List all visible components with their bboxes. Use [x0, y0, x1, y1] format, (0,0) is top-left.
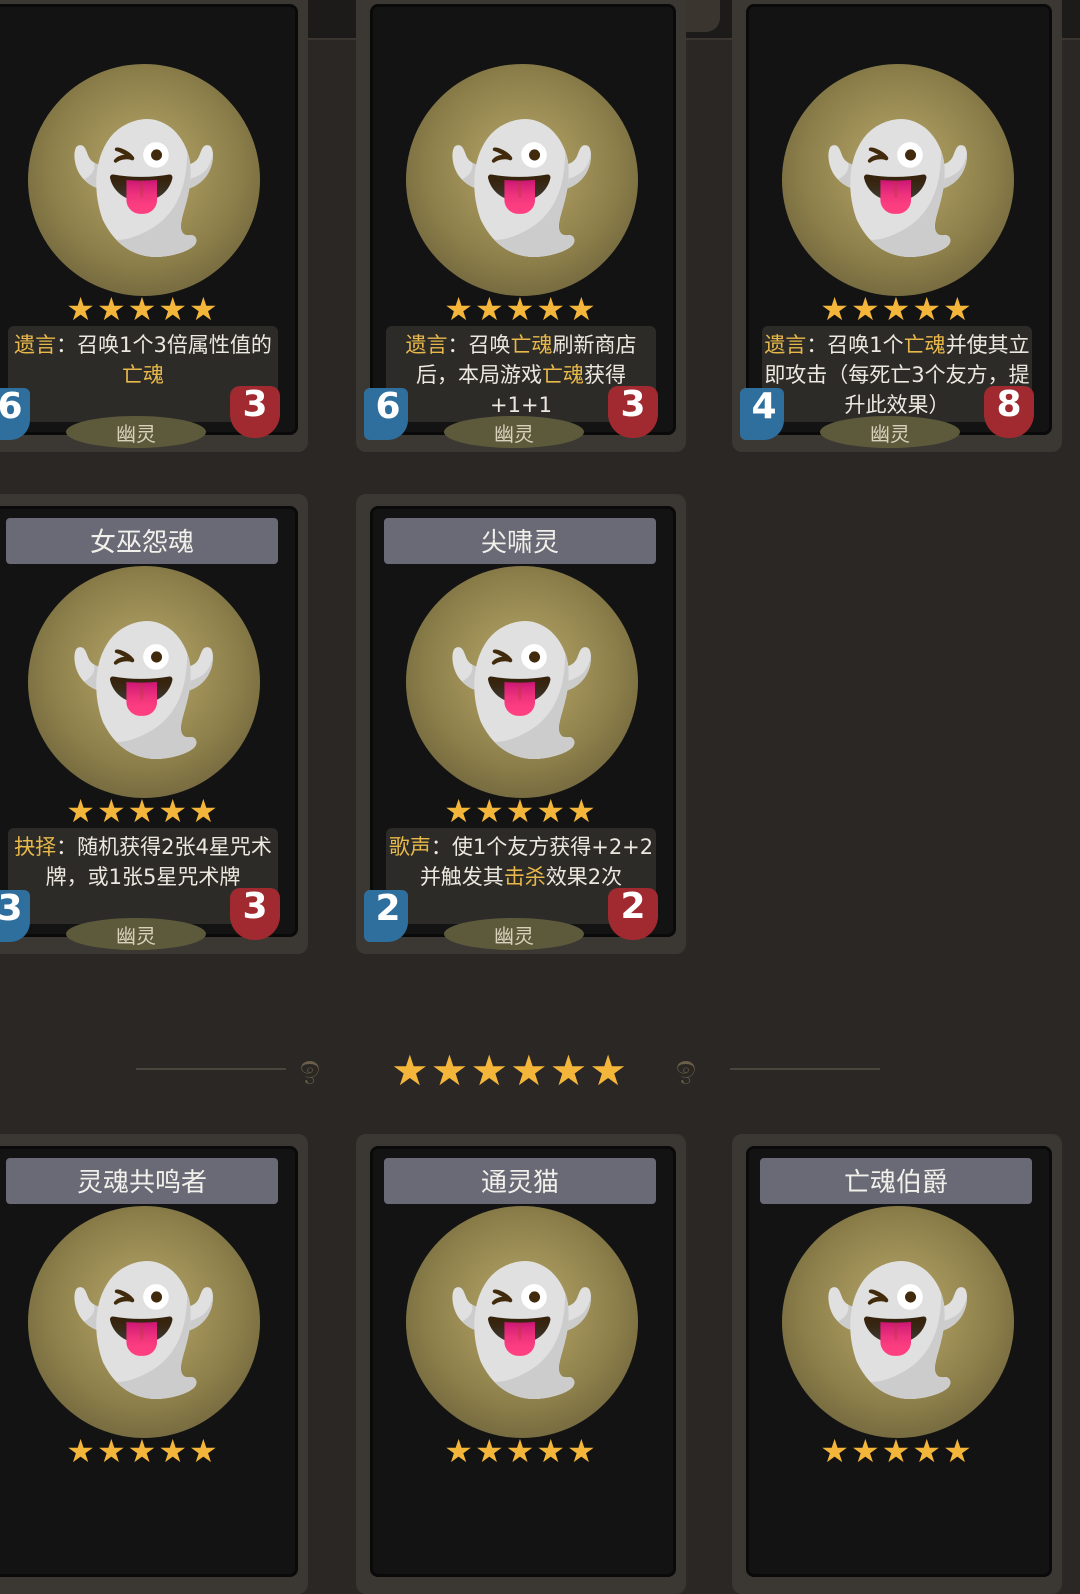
keyword-text: 抉择: [14, 835, 57, 859]
card-attack: 4: [751, 386, 777, 427]
keyword-text: 遗言: [14, 333, 57, 357]
card-name: 通灵猫: [480, 1168, 559, 1198]
card-portrait: 👻: [28, 1206, 260, 1438]
swirl-ornament-icon: ඉ: [300, 1048, 321, 1086]
ghost-portrait-icon: 👻: [69, 1261, 219, 1401]
card-tribe: 幽灵: [494, 422, 534, 446]
card-portrait: 👻: [782, 64, 1014, 296]
keyword-text: 亡魂: [542, 363, 584, 387]
ghost-portrait-icon: 👻: [823, 1261, 973, 1401]
card[interactable]: 👻 ★★★★★ 遗言：召唤亡魂刷新商店后，本局游戏亡魂获得+1+1 幽灵 6 3: [356, 0, 686, 452]
card-attack: 6: [375, 386, 401, 427]
card-health: 3: [242, 384, 268, 425]
card-star-rating: ★★★★★: [66, 1432, 220, 1470]
card[interactable]: 通灵猫 👻 ★★★★★: [356, 1134, 686, 1594]
card[interactable]: 👻 ★★★★★ 遗言：召唤1个亡魂并使其立即攻击（每死亡3个友方，提升此效果） …: [732, 0, 1062, 452]
card[interactable]: 亡魂伯爵 👻 ★★★★★: [732, 1134, 1062, 1594]
card-star-rating: ★★★★★: [444, 792, 598, 830]
separator-line-right: [730, 1068, 880, 1070]
card-health: 3: [620, 384, 646, 425]
keyword-text: 遗言: [405, 333, 448, 357]
card-tribe: 幽灵: [870, 422, 910, 446]
ghost-portrait-icon: 👻: [823, 119, 973, 259]
card-description: 歌声：使1个友方获得+2+2并触发其击杀效果2次: [386, 832, 656, 892]
ghost-portrait-icon: 👻: [447, 1261, 597, 1401]
card-health: 8: [996, 384, 1022, 425]
card-portrait: 👻: [406, 566, 638, 798]
six-star-tier-header: ★★★★★★: [391, 1046, 629, 1095]
ghost-portrait-icon: 👻: [447, 119, 597, 259]
card-description: 抉择：随机获得2张4星咒术牌，或1张5星咒术牌: [8, 832, 278, 892]
ghost-portrait-icon: 👻: [69, 621, 219, 761]
ghost-portrait-icon: 👻: [447, 621, 597, 761]
card-portrait: 👻: [28, 64, 260, 296]
card-attack: 6: [0, 386, 23, 427]
card[interactable]: 尖啸灵 👻 ★★★★★ 歌声：使1个友方获得+2+2并触发其击杀效果2次 幽灵 …: [356, 494, 686, 954]
keyword-text: 击杀: [503, 865, 546, 889]
ghost-portrait-icon: 👻: [69, 119, 219, 259]
description-text: ：召唤: [447, 333, 511, 357]
card-star-rating: ★★★★★: [820, 1432, 974, 1470]
card-name: 尖啸灵: [480, 528, 559, 558]
card-star-rating: ★★★★★: [820, 290, 974, 328]
card-attack: 2: [375, 888, 401, 929]
keyword-text: 亡魂: [510, 333, 553, 357]
swirl-ornament-icon: ඉ: [676, 1048, 697, 1086]
card-portrait: 👻: [406, 64, 638, 296]
keyword-text: 遗言: [764, 333, 807, 357]
card-tribe: 幽灵: [116, 924, 156, 948]
card[interactable]: 👻 ★★★★★ 遗言：召唤1个3倍属性值的亡魂 幽灵 6 3: [0, 0, 308, 452]
keyword-text: 亡魂: [122, 363, 164, 387]
card-star-rating: ★★★★★: [66, 290, 220, 328]
card-portrait: 👻: [28, 566, 260, 798]
card-tribe: 幽灵: [494, 924, 534, 948]
keyword-text: 歌声: [388, 835, 431, 859]
card-health: 3: [242, 886, 268, 927]
card-health: 2: [620, 886, 646, 927]
card-name: 亡魂伯爵: [843, 1168, 948, 1198]
keyword-text: 亡魂: [903, 333, 946, 357]
card-name: 女巫怨魂: [89, 528, 194, 558]
card[interactable]: 灵魂共鸣者 👻 ★★★★★: [0, 1134, 308, 1594]
card-star-rating: ★★★★★: [444, 1432, 598, 1470]
description-text: ：召唤1个: [806, 333, 904, 357]
card-attack: 3: [0, 888, 23, 929]
card-portrait: 👻: [406, 1206, 638, 1438]
card-description: 遗言：召唤1个3倍属性值的亡魂: [8, 330, 278, 390]
description-text: ：召唤1个3倍属性值的: [56, 333, 272, 357]
card-star-rating: ★★★★★: [66, 792, 220, 830]
separator-line-left: [136, 1068, 286, 1070]
card-tribe: 幽灵: [116, 422, 156, 446]
card-star-rating: ★★★★★: [444, 290, 598, 328]
card[interactable]: 女巫怨魂 👻 ★★★★★ 抉择：随机获得2张4星咒术牌，或1张5星咒术牌 幽灵 …: [0, 494, 308, 954]
description-text: ：随机获得2张4星咒术牌，或1张5星咒术牌: [45, 835, 272, 889]
card-name: 灵魂共鸣者: [76, 1168, 207, 1198]
card-portrait: 👻: [782, 1206, 1014, 1438]
